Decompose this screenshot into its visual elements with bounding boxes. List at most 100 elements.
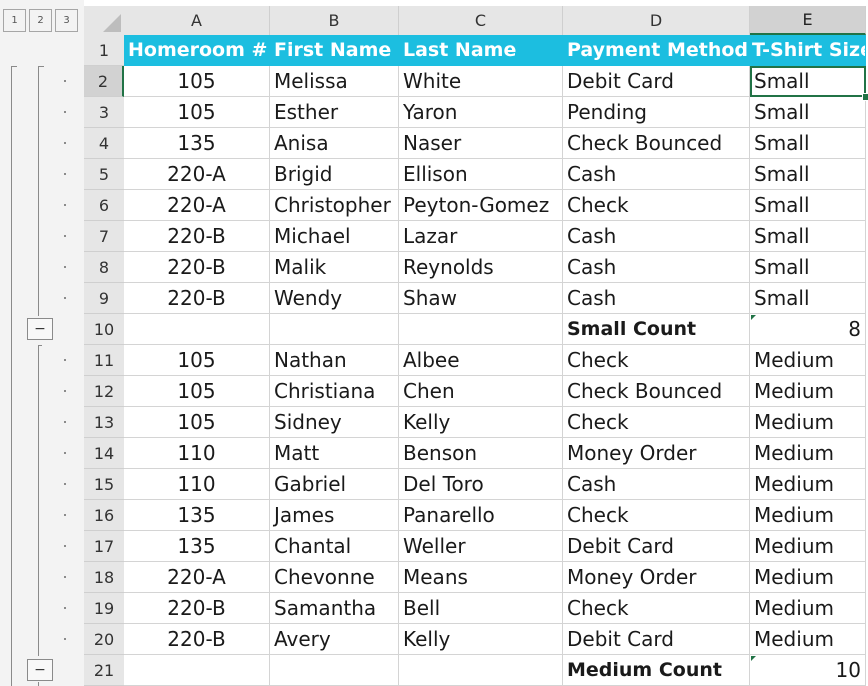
row-header-1[interactable]: 1 — [84, 35, 124, 66]
row-header-18[interactable]: 18 — [84, 562, 124, 593]
cell-B8[interactable]: Malik — [270, 252, 399, 283]
row-header-6[interactable]: 6 — [84, 190, 124, 221]
cell-D17[interactable]: Debit Card — [563, 531, 750, 562]
cell-C6[interactable]: Peyton-Gomez — [399, 190, 563, 221]
cell-E13[interactable]: Medium — [750, 407, 866, 438]
row-header-20[interactable]: 20 — [84, 624, 124, 655]
cell-C16[interactable]: Panarello — [399, 500, 563, 531]
cell-B21[interactable] — [270, 655, 399, 686]
cell-E3[interactable]: Small — [750, 97, 866, 128]
cell-C5[interactable]: Ellison — [399, 159, 563, 190]
cell-B7[interactable]: Michael — [270, 221, 399, 252]
cell-E7[interactable]: Small — [750, 221, 866, 252]
row-header-19[interactable]: 19 — [84, 593, 124, 624]
cell-A19[interactable]: 220-B — [124, 593, 270, 624]
cell-D19[interactable]: Check — [563, 593, 750, 624]
cell-B13[interactable]: Sidney — [270, 407, 399, 438]
cell-C9[interactable]: Shaw — [399, 283, 563, 314]
column-title-C[interactable]: Last Name — [399, 35, 563, 66]
cell-C18[interactable]: Means — [399, 562, 563, 593]
cell-D10[interactable]: Small Count — [563, 314, 750, 345]
cell-B18[interactable]: Chevonne — [270, 562, 399, 593]
column-header-C[interactable]: C — [399, 6, 563, 35]
row-header-7[interactable]: 7 — [84, 221, 124, 252]
cell-D8[interactable]: Cash — [563, 252, 750, 283]
row-header-16[interactable]: 16 — [84, 500, 124, 531]
cell-D11[interactable]: Check — [563, 345, 750, 376]
row-header-10[interactable]: 10 — [84, 314, 124, 345]
cell-B17[interactable]: Chantal — [270, 531, 399, 562]
cell-C2[interactable]: White — [399, 66, 563, 97]
row-header-2[interactable]: 2 — [84, 66, 124, 97]
cell-C10[interactable] — [399, 314, 563, 345]
cell-B15[interactable]: Gabriel — [270, 469, 399, 500]
cell-A5[interactable]: 220-A — [124, 159, 270, 190]
outline-level-2-button[interactable]: 2 — [29, 9, 52, 32]
row-header-21[interactable]: 21 — [84, 655, 124, 686]
cell-E16[interactable]: Medium — [750, 500, 866, 531]
cell-B5[interactable]: Brigid — [270, 159, 399, 190]
cell-B6[interactable]: Christopher — [270, 190, 399, 221]
cell-B12[interactable]: Christiana — [270, 376, 399, 407]
cell-D6[interactable]: Check — [563, 190, 750, 221]
column-title-A[interactable]: Homeroom # — [124, 35, 270, 66]
cell-C19[interactable]: Bell — [399, 593, 563, 624]
cell-A7[interactable]: 220-B — [124, 221, 270, 252]
column-header-D[interactable]: D — [563, 6, 750, 35]
column-header-A[interactable]: A — [124, 6, 270, 35]
cell-E5[interactable]: Small — [750, 159, 866, 190]
cell-A11[interactable]: 105 — [124, 345, 270, 376]
cell-D13[interactable]: Check — [563, 407, 750, 438]
row-header-3[interactable]: 3 — [84, 97, 124, 128]
cell-D16[interactable]: Check — [563, 500, 750, 531]
cell-C14[interactable]: Benson — [399, 438, 563, 469]
column-title-D[interactable]: Payment Method — [563, 35, 750, 66]
outline-level-3-button[interactable]: 3 — [55, 9, 78, 32]
cell-C17[interactable]: Weller — [399, 531, 563, 562]
cell-C15[interactable]: Del Toro — [399, 469, 563, 500]
cell-E4[interactable]: Small — [750, 128, 866, 159]
cell-C20[interactable]: Kelly — [399, 624, 563, 655]
cell-C3[interactable]: Yaron — [399, 97, 563, 128]
row-header-17[interactable]: 17 — [84, 531, 124, 562]
cell-E2[interactable]: Small — [750, 66, 866, 97]
cell-C21[interactable] — [399, 655, 563, 686]
cell-B3[interactable]: Esther — [270, 97, 399, 128]
outline-level-1-button[interactable]: 1 — [3, 9, 26, 32]
row-header-5[interactable]: 5 — [84, 159, 124, 190]
cell-B14[interactable]: Matt — [270, 438, 399, 469]
cell-A12[interactable]: 105 — [124, 376, 270, 407]
cell-A9[interactable]: 220-B — [124, 283, 270, 314]
cell-B10[interactable] — [270, 314, 399, 345]
cell-C7[interactable]: Lazar — [399, 221, 563, 252]
cell-A21[interactable] — [124, 655, 270, 686]
cell-D5[interactable]: Cash — [563, 159, 750, 190]
cell-A6[interactable]: 220-A — [124, 190, 270, 221]
cell-E19[interactable]: Medium — [750, 593, 866, 624]
cell-E8[interactable]: Small — [750, 252, 866, 283]
column-header-E[interactable]: E — [750, 6, 866, 35]
cell-D4[interactable]: Check Bounced — [563, 128, 750, 159]
row-header-13[interactable]: 13 — [84, 407, 124, 438]
row-header-11[interactable]: 11 — [84, 345, 124, 376]
cell-E9[interactable]: Small — [750, 283, 866, 314]
cell-E20[interactable]: Medium — [750, 624, 866, 655]
cell-A20[interactable]: 220-B — [124, 624, 270, 655]
cell-B11[interactable]: Nathan — [270, 345, 399, 376]
cell-A16[interactable]: 135 — [124, 500, 270, 531]
cell-C13[interactable]: Kelly — [399, 407, 563, 438]
cell-E6[interactable]: Small — [750, 190, 866, 221]
cell-E10[interactable]: 8 — [750, 314, 866, 345]
row-header-9[interactable]: 9 — [84, 283, 124, 314]
cell-D3[interactable]: Pending — [563, 97, 750, 128]
row-header-15[interactable]: 15 — [84, 469, 124, 500]
row-header-4[interactable]: 4 — [84, 128, 124, 159]
cell-E21[interactable]: 10 — [750, 655, 866, 686]
cell-C8[interactable]: Reynolds — [399, 252, 563, 283]
cell-B4[interactable]: Anisa — [270, 128, 399, 159]
cell-A3[interactable]: 105 — [124, 97, 270, 128]
cell-A14[interactable]: 110 — [124, 438, 270, 469]
cell-D12[interactable]: Check Bounced — [563, 376, 750, 407]
row-header-12[interactable]: 12 — [84, 376, 124, 407]
cell-C4[interactable]: Naser — [399, 128, 563, 159]
